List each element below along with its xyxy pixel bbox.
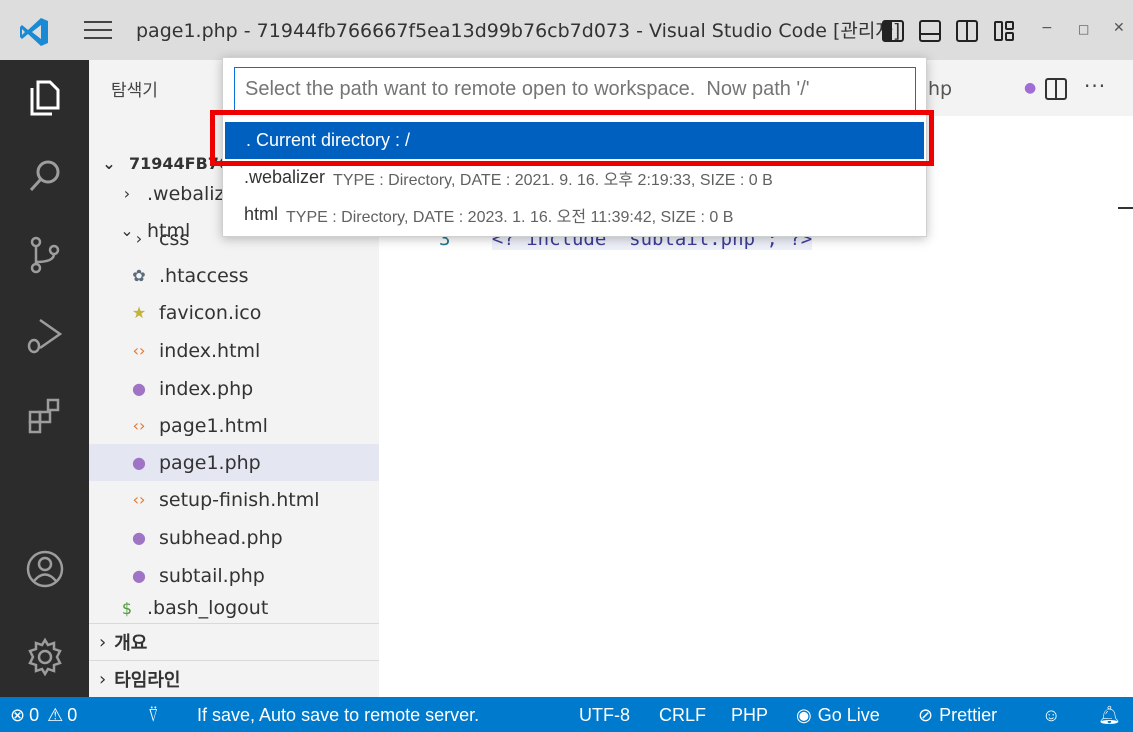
status-message: If save, Auto save to remote server. [197, 705, 480, 725]
tree-item-index-php[interactable]: ● index.php [89, 370, 379, 407]
chevron-right-icon: › [135, 229, 143, 248]
tree-item-htaccess[interactable]: ✿ .htaccess [89, 257, 379, 294]
status-bar: ⊗ 0 ⚠ 0 ⍢ If save, Auto save to remote s… [0, 697, 1133, 732]
language-selector[interactable]: PHP [731, 705, 768, 726]
eol-selector[interactable]: CRLF [659, 705, 706, 726]
tree-item-label: setup-finish.html [159, 488, 320, 511]
chevron-right-icon: › [99, 668, 107, 690]
source-control-icon[interactable] [22, 232, 68, 278]
prettier-disabled-icon: ⊘ [918, 705, 934, 725]
quick-pick-item-label: html [244, 204, 279, 224]
quick-pick-item-description: TYPE : Directory, DATE : 2023. 1. 16. 오전… [286, 208, 734, 226]
window-title: page1.php - 71944fb766667f5ea13d99b76cb7… [136, 20, 901, 42]
chevron-right-icon: › [123, 184, 131, 203]
run-debug-icon[interactable] [22, 312, 68, 358]
account-icon[interactable] [22, 546, 68, 592]
tree-item-page1-html[interactable]: ‹› page1.html [89, 407, 379, 444]
tree-item-label: css [159, 227, 190, 250]
minimize-button[interactable]: − [1041, 20, 1053, 36]
quick-pick-input[interactable] [234, 67, 916, 111]
outline-section-label: 개요 [114, 633, 148, 654]
go-live-button[interactable]: ◉ Go Live [796, 705, 880, 726]
split-editor-icon[interactable] [1043, 76, 1069, 102]
timeline-section[interactable]: › 타임라인 [89, 660, 379, 697]
more-actions-icon[interactable]: ··· [1084, 74, 1106, 98]
root-folder-label: 71944FB76 [129, 154, 231, 173]
tree-item-bash-logout[interactable]: $ .bash_logout [89, 594, 379, 622]
outline-section[interactable]: › 개요 [89, 623, 379, 660]
html-file-icon: ‹› [132, 490, 146, 509]
maximize-button[interactable]: □ [1078, 22, 1089, 36]
dollar-file-icon: $ [121, 598, 133, 618]
php-file-icon: ● [132, 528, 146, 547]
prettier-button[interactable]: ⊘ Prettier [918, 705, 997, 726]
tree-item-favicon[interactable]: ★ favicon.ico [89, 294, 379, 331]
tree-item-label: page1.html [159, 414, 268, 437]
error-count: 0 [29, 705, 40, 725]
tree-item-label: subhead.php [159, 526, 283, 549]
vscode-logo-icon [20, 18, 48, 46]
broadcast-icon: ◉ [796, 705, 812, 725]
tree-item-label: favicon.ico [159, 301, 262, 324]
tree-item-subtail[interactable]: ● subtail.php [89, 557, 379, 594]
hamburger-menu-icon[interactable] [84, 18, 112, 42]
search-icon[interactable] [22, 154, 68, 200]
tree-item-label: index.php [159, 377, 254, 400]
quick-pick-item-html[interactable]: html TYPE : Directory, DATE : 2023. 1. 1… [223, 196, 926, 233]
html-file-icon: ‹› [132, 416, 146, 435]
problems-indicator[interactable]: ⊗ 0 ⚠ 0 [10, 705, 77, 726]
tree-item-setup-finish[interactable]: ‹› setup-finish.html [89, 481, 379, 518]
prettier-label: Prettier [939, 705, 998, 725]
tree-item-label: page1.php [159, 451, 261, 474]
remote-debug-icon[interactable]: ⍢ [148, 705, 159, 726]
html-file-icon: ‹› [132, 341, 146, 360]
overview-ruler-mark [1118, 207, 1133, 209]
tree-item-subhead[interactable]: ● subhead.php [89, 519, 379, 556]
toggle-secondary-sidebar-icon[interactable] [955, 19, 979, 43]
extensions-icon[interactable] [22, 392, 68, 438]
toggle-primary-sidebar-icon[interactable] [881, 19, 905, 43]
tree-item-label: index.html [159, 339, 261, 362]
error-icon: ⊗ [10, 705, 26, 725]
php-file-icon: ● [132, 566, 146, 585]
title-bar: page1.php - 71944fb766667f5ea13d99b76cb7… [0, 0, 1133, 60]
warning-count: 0 [67, 705, 78, 725]
close-button[interactable]: ✕ [1113, 20, 1125, 36]
explorer-header: 탐색기 [111, 81, 158, 101]
quick-pick-widget: . Current directory : / .webalizer TYPE … [222, 57, 927, 237]
tree-item-page1-php[interactable]: ● page1.php [89, 444, 379, 481]
customize-layout-icon[interactable] [992, 19, 1016, 43]
explorer-icon[interactable] [22, 74, 68, 120]
quick-pick-item-label: .webalizer [244, 167, 326, 187]
quick-pick-item-webalizer[interactable]: .webalizer TYPE : Directory, DATE : 2021… [223, 159, 926, 196]
gear-file-icon: ✿ [132, 266, 146, 285]
quick-pick-item-description: TYPE : Directory, DATE : 2021. 9. 16. 오후… [333, 171, 773, 189]
tree-item-label: .bash_logout [147, 597, 269, 619]
tree-item-index-html[interactable]: ‹› index.html [89, 332, 379, 369]
tree-item-label: .htaccess [159, 264, 249, 287]
encoding-selector[interactable]: UTF-8 [579, 705, 630, 726]
activity-bar [0, 60, 89, 697]
warning-icon: ⚠ [47, 705, 64, 725]
timeline-section-label: 타임라인 [114, 670, 181, 691]
chevron-down-icon: ⌄ [102, 154, 116, 173]
php-file-icon: ● [1024, 80, 1037, 96]
quick-pick-item-label: . Current directory : / [246, 130, 411, 150]
tree-item-label: subtail.php [159, 564, 265, 587]
feedback-icon[interactable]: ☺ [1042, 705, 1060, 726]
editor-tab-partial[interactable]: hp [928, 78, 952, 100]
star-file-icon: ★ [131, 303, 147, 322]
chevron-right-icon: › [99, 631, 107, 653]
php-file-icon: ● [132, 379, 146, 398]
php-file-icon: ● [132, 453, 146, 472]
quick-pick-item-current-directory[interactable]: . Current directory : / [225, 122, 924, 159]
notifications-bell-icon[interactable]: 🔔︎ [1098, 705, 1121, 726]
toggle-panel-icon[interactable] [918, 19, 942, 43]
settings-gear-icon[interactable] [22, 634, 68, 680]
go-live-label: Go Live [817, 705, 880, 725]
